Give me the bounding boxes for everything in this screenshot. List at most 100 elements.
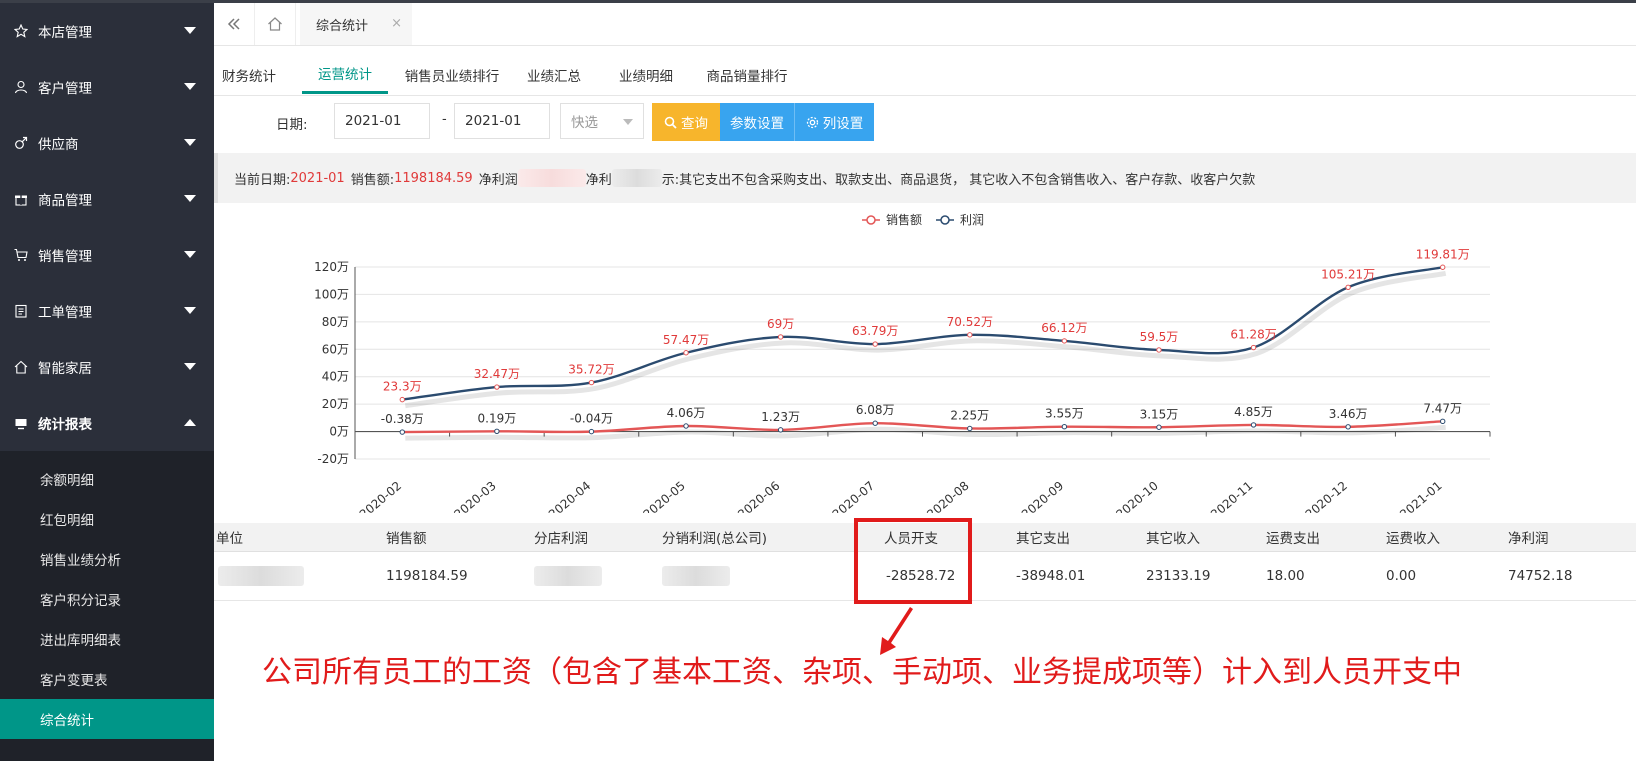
chart-svg: 120万 100万 80万 60万 40万 20万 0万 -20万 2020-02 2020-03… [314, 212, 1491, 522]
data-label: 32.47万 [474, 367, 520, 381]
menu-label: 本店管理 [38, 25, 92, 41]
legend-label: 利润 [960, 213, 984, 227]
data-point [1156, 424, 1162, 430]
home-tab-button[interactable] [255, 3, 296, 45]
data-point [588, 428, 595, 435]
data-point [967, 332, 973, 338]
column-settings-button[interactable]: 列设置 [794, 103, 874, 141]
sub-item-balance[interactable]: 余额明细 [0, 459, 214, 499]
header-branch-profit: 分店利润 [534, 531, 588, 547]
data-label: 23.3万 [383, 380, 422, 394]
data-point [1440, 264, 1446, 270]
cart-icon [14, 248, 28, 262]
main-content: 综合统计 × 财务统计 运营统计 销售员业绩排行 业绩汇总 业绩明细 商品销量排… [214, 3, 1636, 753]
clipboard-icon [14, 304, 28, 318]
menu-item-store[interactable]: 本店管理 [0, 3, 214, 59]
menu-label: 客户管理 [38, 81, 92, 97]
tab-operation-stats[interactable]: 运营统计 [302, 55, 388, 94]
tab-performance-detail[interactable]: 业绩明细 [616, 55, 676, 94]
date-label: 日期: [276, 117, 308, 133]
data-point [588, 379, 595, 386]
data-point [683, 350, 689, 356]
blurred-value [517, 169, 586, 187]
chevron-down-icon [184, 251, 196, 258]
data-point [1061, 338, 1068, 344]
data-label: 3.15万 [1140, 407, 1179, 421]
tab-finance-stats[interactable]: 财务统计 [218, 55, 280, 94]
data-label: 69万 [767, 317, 794, 331]
data-point [1250, 422, 1257, 428]
tab-overall-stats[interactable]: 综合统计 × [300, 3, 412, 45]
legend-marker [866, 215, 876, 225]
x-tick-label: 2020-06 [735, 479, 782, 513]
data-label: 57.47万 [663, 333, 709, 347]
sub-tabs: 财务统计 运营统计 销售员业绩排行 业绩汇总 业绩明细 商品销量排行 [214, 55, 1636, 96]
data-point [967, 425, 973, 432]
data-point [399, 429, 405, 435]
data-label: 61.28万 [1230, 328, 1276, 342]
menu-item-goods[interactable]: 商品管理 [0, 171, 214, 227]
menu-label: 工单管理 [38, 305, 92, 321]
home-icon [14, 360, 28, 374]
chevron-down-icon [184, 307, 196, 314]
date-from-input[interactable]: 2021-01 [334, 103, 430, 139]
menu-item-customer[interactable]: 客户管理 [0, 59, 214, 115]
data-label: 6.08万 [856, 403, 895, 417]
header-freight-income: 运费收入 [1386, 531, 1440, 547]
close-icon[interactable]: × [391, 16, 402, 31]
data-point [494, 384, 500, 390]
menu-item-supplier[interactable]: 供应商 [0, 115, 214, 171]
param-settings-button[interactable]: 参数设置 [720, 103, 794, 141]
menu-label: 智能家居 [38, 361, 92, 377]
legend-label: 销售额 [886, 212, 922, 227]
quick-select[interactable]: 快选 [560, 103, 644, 139]
sub-item-customer-change[interactable]: 客户变更表 [0, 659, 214, 699]
cell-other-expense: -38948.01 [1016, 568, 1086, 584]
column-settings-label: 列设置 [822, 116, 864, 132]
annotation-text: 公司所有员工的工资（包含了基本工资、杂项、手动项、业务提成项等）计入到人员开支中 [262, 655, 1462, 690]
header-sales: 销售额 [386, 531, 427, 547]
tab-goods-sales-ranking[interactable]: 商品销量排行 [704, 55, 790, 94]
x-tick-label: 2020-07 [830, 479, 877, 513]
header-net-profit: 净利润 [1508, 531, 1549, 547]
data-label: -0.04万 [570, 412, 613, 426]
cell-distribution-profit [662, 552, 730, 600]
data-label: 35.72万 [568, 363, 614, 377]
gear-icon [806, 116, 818, 128]
menu-item-reports[interactable]: 统计报表 [0, 395, 214, 451]
sub-item-sales-analysis[interactable]: 销售业绩分析 [0, 539, 214, 579]
menu-item-smarthome[interactable]: 智能家居 [0, 339, 214, 395]
chevron-down-icon [184, 139, 196, 146]
cell-branch-profit [534, 552, 602, 600]
tab-performance-summary[interactable]: 业绩汇总 [524, 55, 584, 94]
sub-item-overall-stats[interactable]: 综合统计 [0, 699, 214, 739]
query-button[interactable]: 查询 [652, 103, 720, 141]
sub-item-stock[interactable]: 进出库明细表 [0, 619, 214, 659]
filter-bar: 日期: 2021-01 - 2021-01 快选 查询 参数设置 列设置 [214, 103, 1636, 143]
star-icon [14, 24, 28, 38]
x-tick-label: 2020-10 [1113, 479, 1160, 513]
tab-salesman-ranking[interactable]: 销售员业绩排行 [404, 55, 500, 94]
summary-info-bar: 当前日期: 2021-01 销售额: 1198184.59 净利润 净利 示:其… [214, 153, 1636, 203]
cell-other-income: 23133.19 [1146, 568, 1211, 584]
menu-item-sales[interactable]: 销售管理 [0, 227, 214, 283]
sub-item-redpacket[interactable]: 红包明细 [0, 499, 214, 539]
sub-item-points[interactable]: 客户积分记录 [0, 579, 214, 619]
y-tick-label: 0万 [329, 425, 349, 439]
collapse-sidebar-button[interactable] [214, 3, 255, 45]
data-label: 4.06万 [667, 406, 706, 420]
date-to-input[interactable]: 2021-01 [454, 103, 550, 139]
header-freight-expense: 运费支出 [1266, 531, 1320, 547]
cell-freight-income: 0.00 [1386, 568, 1417, 584]
gift-icon [14, 192, 28, 206]
data-point [1250, 344, 1257, 351]
sidebar: 本店管理 客户管理 供应商 商品管理 销售管理 工单管理 智能家居 统计报表 余 [0, 3, 214, 761]
data-label: 7.47万 [1423, 401, 1462, 415]
double-chevron-left-icon [227, 18, 240, 30]
data-point [872, 341, 878, 347]
menu-item-workorder[interactable]: 工单管理 [0, 283, 214, 339]
male-icon [14, 136, 28, 150]
data-point [1345, 424, 1351, 430]
header-unit: 单位 [216, 531, 243, 547]
data-label: 70.52万 [947, 315, 993, 329]
